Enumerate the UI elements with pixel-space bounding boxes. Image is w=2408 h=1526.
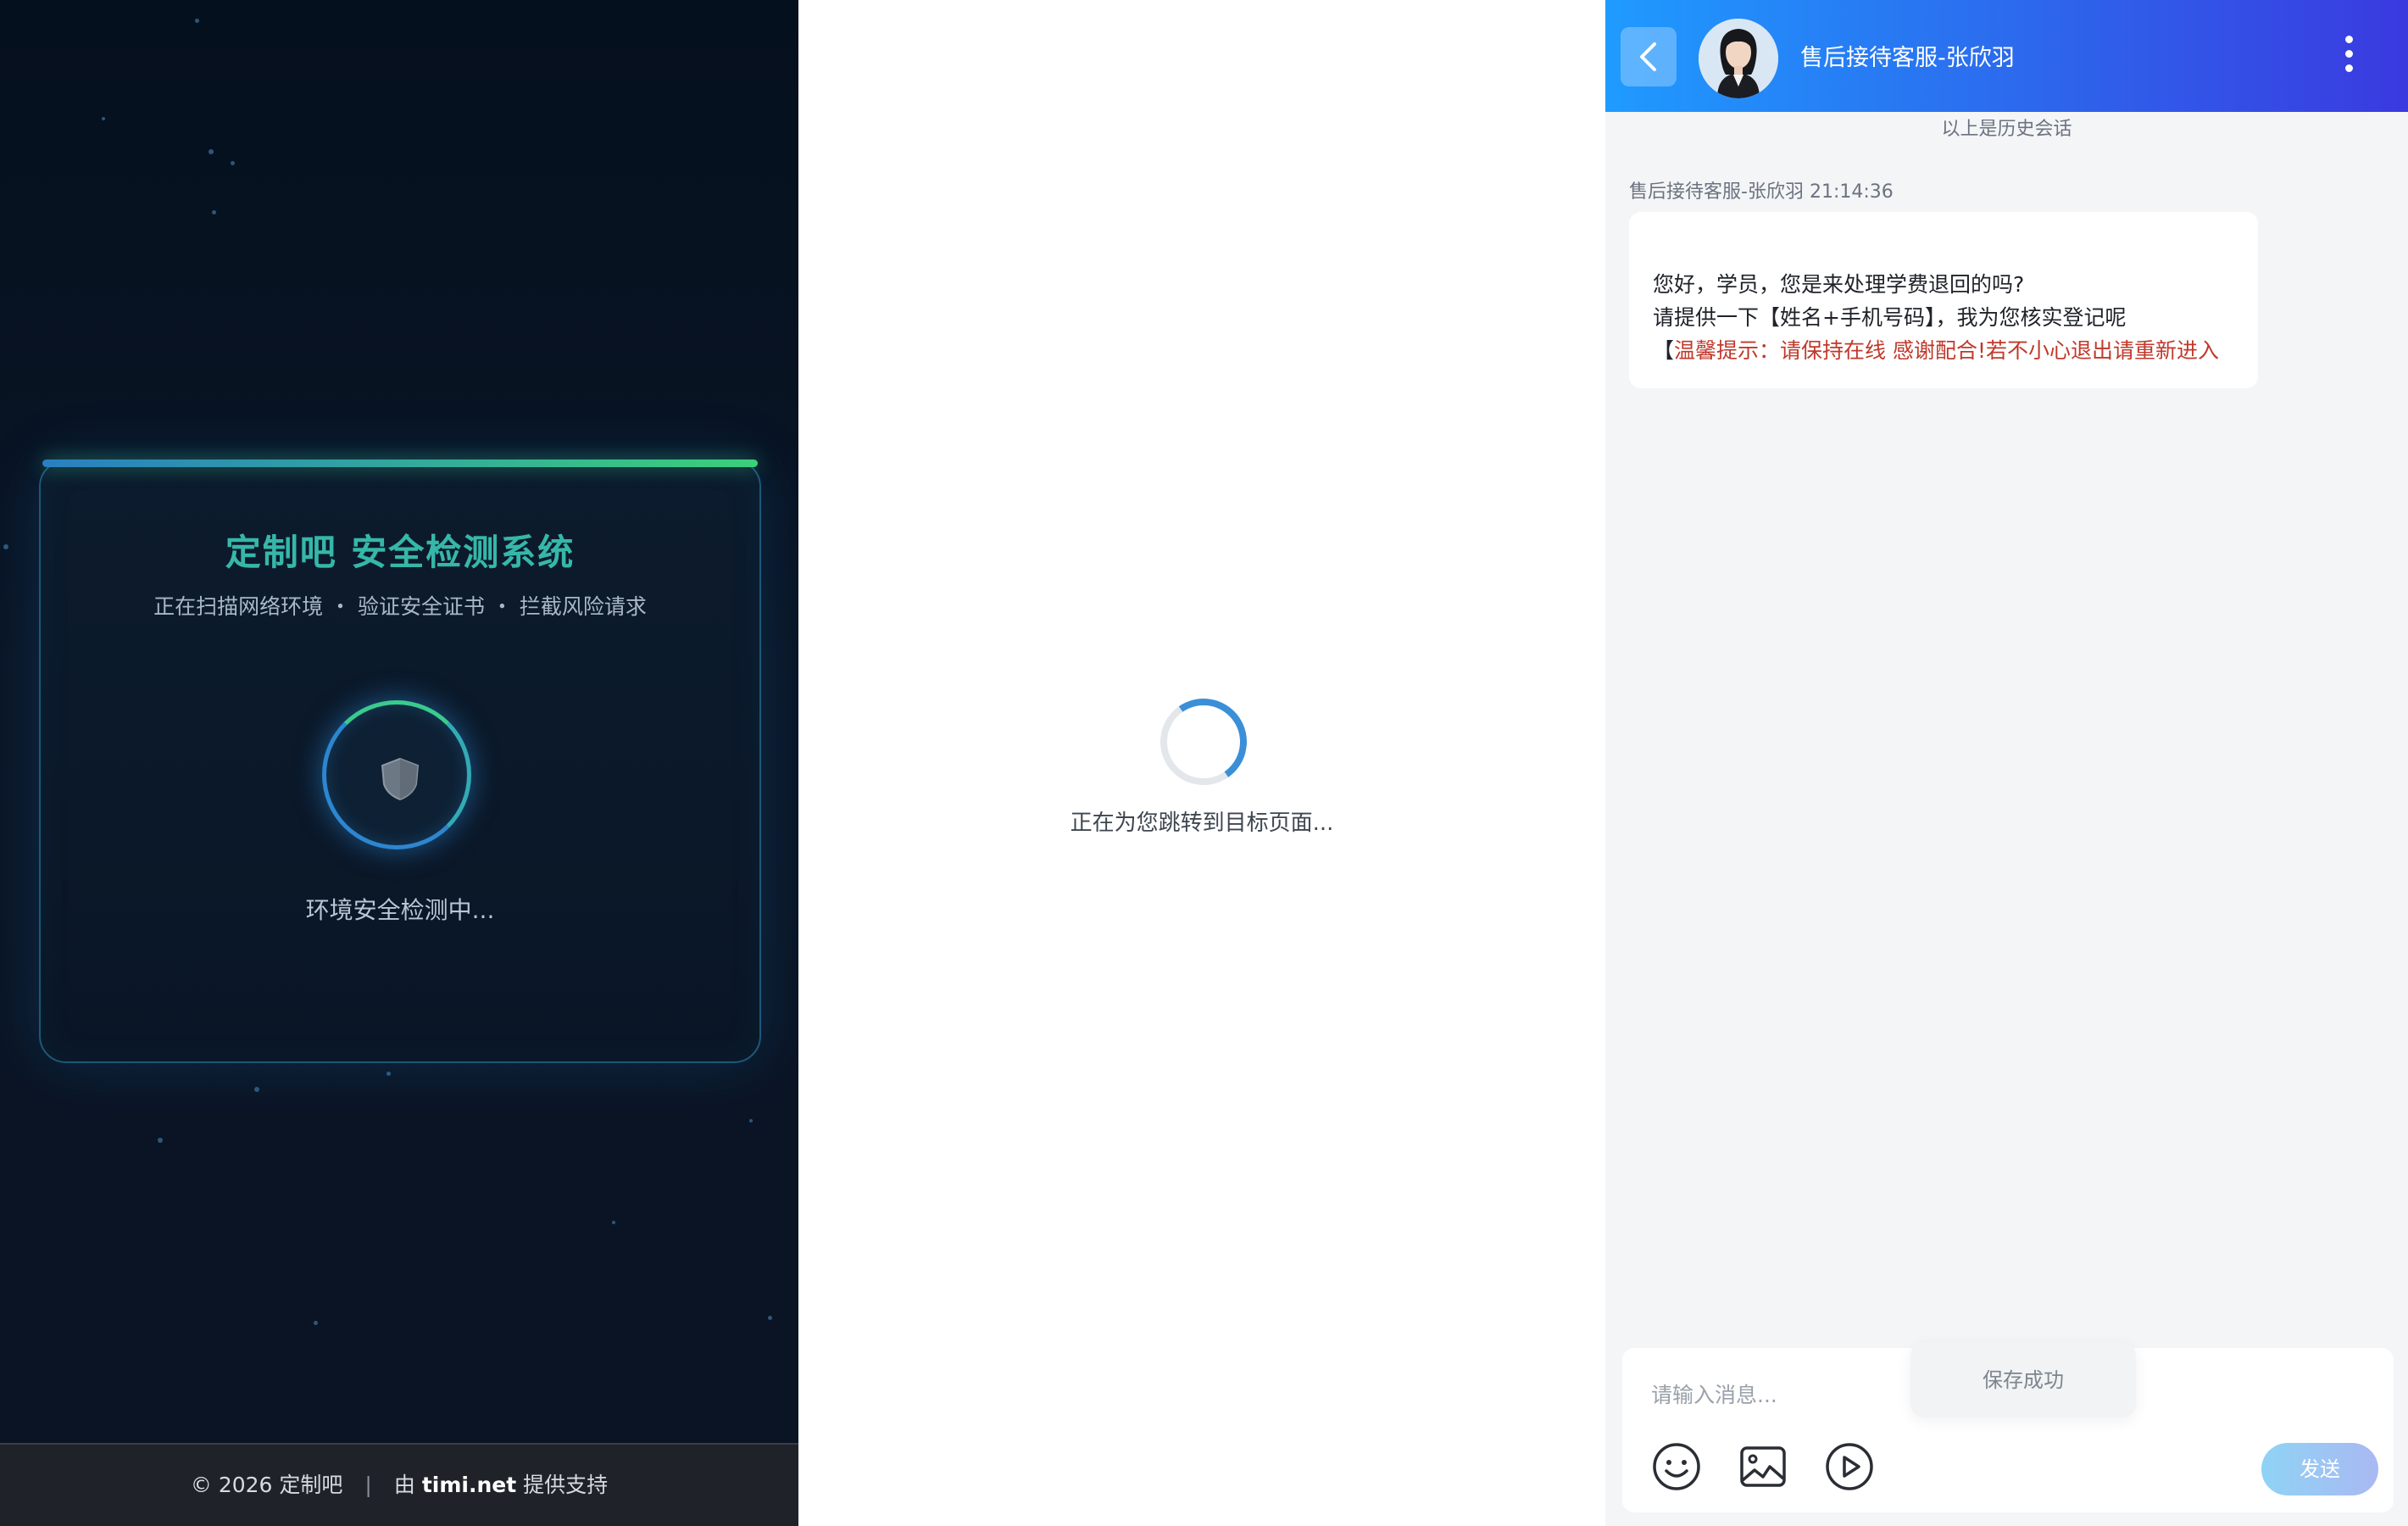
security-subtitle: 正在扫描网络环境 ・ 验证安全证书 ・ 拦截风险请求 [153, 594, 647, 619]
star-dot [749, 1119, 753, 1122]
avatar[interactable] [1699, 19, 1778, 98]
loading-spinner [1153, 691, 1254, 793]
emoji-button[interactable] [1651, 1441, 1702, 1492]
shield-icon [381, 757, 420, 801]
footer-brand-link[interactable]: timi.net [422, 1473, 516, 1497]
image-icon [1740, 1446, 1786, 1487]
video-icon [1826, 1443, 1873, 1490]
more-icon [2336, 36, 2361, 72]
message-bubble: 您好，学员，您是来处理学费退回的吗? 请提供一下【姓名+手机号码】，我为您核实登… [1629, 212, 2258, 388]
agent-avatar-image [1699, 19, 1778, 98]
star-dot [209, 149, 214, 154]
star-dot [102, 117, 105, 120]
back-button[interactable] [1621, 27, 1677, 86]
redirect-panel: 正在为您跳转到目标页面... [798, 0, 1605, 1526]
message-warning: 【温馨提示：请保持在线 感谢配合!若不小心退出请重新进入 [1653, 334, 2234, 367]
warning-text: 温馨提示：请保持在线 感谢配合!若不小心退出请重新进入 [1674, 338, 2219, 363]
star-dot [212, 210, 216, 214]
scan-ring [322, 700, 471, 849]
security-card: 定制吧 安全检测系统 正在扫描网络环境 ・ 验证安全证书 ・ 拦截风险请求 环境… [39, 459, 761, 1063]
chat-header: 售后接待客服-张欣羽 [1605, 0, 2408, 112]
footer-support: 提供支持 [523, 1473, 609, 1497]
footer-divider: | [364, 1473, 372, 1497]
video-button[interactable] [1824, 1441, 1875, 1492]
star-dot [612, 1221, 615, 1224]
message-composer: 保存成功 发送 [1622, 1343, 2394, 1512]
security-status: 环境安全检测中... [305, 896, 495, 924]
security-title: 定制吧 安全检测系统 [41, 524, 759, 576]
star-dot [314, 1321, 318, 1325]
warning-bracket: 【 [1653, 338, 1675, 363]
redirect-text: 正在为您跳转到目标页面... [1070, 810, 1334, 836]
star-dot [387, 1072, 391, 1076]
message-time: 21:14:36 [1809, 181, 1894, 203]
image-button[interactable] [1738, 1441, 1788, 1492]
message-line: 请提供一下【姓名+手机号码】，我为您核实登记呢 [1653, 305, 2127, 330]
star-dot [254, 1087, 259, 1092]
star-dot [158, 1138, 163, 1143]
site-footer: © 2026 定制吧 | 由 timi.net 提供支持 [0, 1443, 798, 1526]
message-line: 您好，学员，您是来处理学费退回的吗? [1653, 272, 2025, 297]
footer-by: 由 [393, 1473, 415, 1497]
chat-panel: 售后接待客服-张欣羽 以上是历史会话 售后接待客服-张欣羽 21:14:36 您… [1605, 0, 2408, 1526]
star-dot [231, 161, 235, 165]
message-sender: 售后接待客服-张欣羽 [1629, 181, 1804, 203]
star-dot [3, 544, 8, 549]
back-icon [1640, 42, 1656, 71]
message-meta: 售后接待客服-张欣羽 21:14:36 [1629, 176, 1894, 203]
card-accent-bar [42, 459, 758, 467]
more-options-button[interactable] [2336, 36, 2361, 78]
footer-copyright: © 2026 定制吧 [190, 1473, 343, 1497]
save-success-toast: 保存成功 [1910, 1343, 2136, 1417]
history-divider: 以上是历史会话 [1941, 119, 2072, 140]
agent-name: 售后接待客服-张欣羽 [1800, 45, 2015, 71]
send-button[interactable]: 发送 [2261, 1443, 2378, 1495]
star-dot [195, 19, 199, 23]
star-dot [768, 1316, 772, 1320]
security-check-panel: 定制吧 安全检测系统 正在扫描网络环境 ・ 验证安全证书 ・ 拦截风险请求 环境… [0, 0, 798, 1526]
emoji-icon [1653, 1443, 1700, 1490]
